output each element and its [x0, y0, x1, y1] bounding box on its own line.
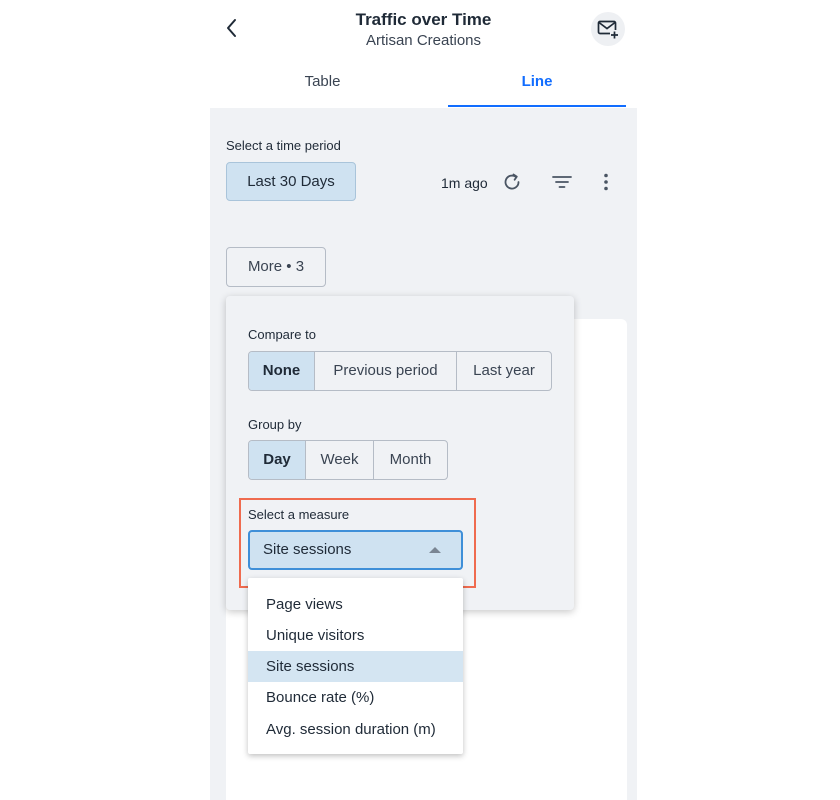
- time-period-label: Select a time period: [226, 138, 341, 153]
- group-by-label: Group by: [248, 417, 302, 432]
- last-updated-text: 1m ago: [441, 175, 488, 191]
- measure-option-site-sessions[interactable]: Site sessions: [248, 651, 463, 682]
- refresh-icon: [504, 173, 520, 190]
- mail-plus-icon: [597, 20, 619, 39]
- page-title: Traffic over Time: [355, 10, 492, 29]
- measure-highlight-box: [239, 498, 476, 588]
- group-by-segmented-control: Day Week Month: [248, 440, 448, 480]
- group-option-month[interactable]: Month: [374, 441, 447, 479]
- filter-icon: [552, 176, 572, 188]
- more-vertical-icon: [604, 173, 608, 191]
- more-filters-button[interactable]: More • 3: [226, 247, 326, 287]
- more-options-button[interactable]: [594, 170, 618, 194]
- measure-option-page-views[interactable]: Page views: [248, 589, 463, 620]
- time-period-button[interactable]: Last 30 Days: [226, 162, 356, 201]
- measure-option-unique-visitors[interactable]: Unique visitors: [248, 620, 463, 651]
- header: Traffic over Time Artisan Creations: [210, 0, 637, 60]
- filter-button[interactable]: [550, 170, 574, 194]
- group-option-day[interactable]: Day: [249, 441, 306, 479]
- share-email-button[interactable]: [591, 12, 625, 46]
- compare-segmented-control: None Previous period Last year: [248, 351, 552, 391]
- page-subtitle: Artisan Creations: [365, 32, 482, 49]
- view-tabs: Table Line: [210, 60, 637, 107]
- tab-table[interactable]: Table: [216, 60, 429, 107]
- measure-dropdown-menu: Page views Unique visitors Site sessions…: [248, 578, 463, 754]
- measure-option-bounce-rate[interactable]: Bounce rate (%): [248, 682, 463, 713]
- measure-option-avg-session-duration[interactable]: Avg. session duration (m): [248, 714, 463, 745]
- compare-option-previous-period[interactable]: Previous period: [315, 352, 457, 390]
- refresh-button[interactable]: [500, 170, 524, 194]
- compare-label: Compare to: [248, 327, 316, 342]
- compare-option-last-year[interactable]: Last year: [457, 352, 551, 390]
- group-option-week[interactable]: Week: [306, 441, 374, 479]
- compare-option-none[interactable]: None: [249, 352, 315, 390]
- tab-line[interactable]: Line: [448, 60, 626, 107]
